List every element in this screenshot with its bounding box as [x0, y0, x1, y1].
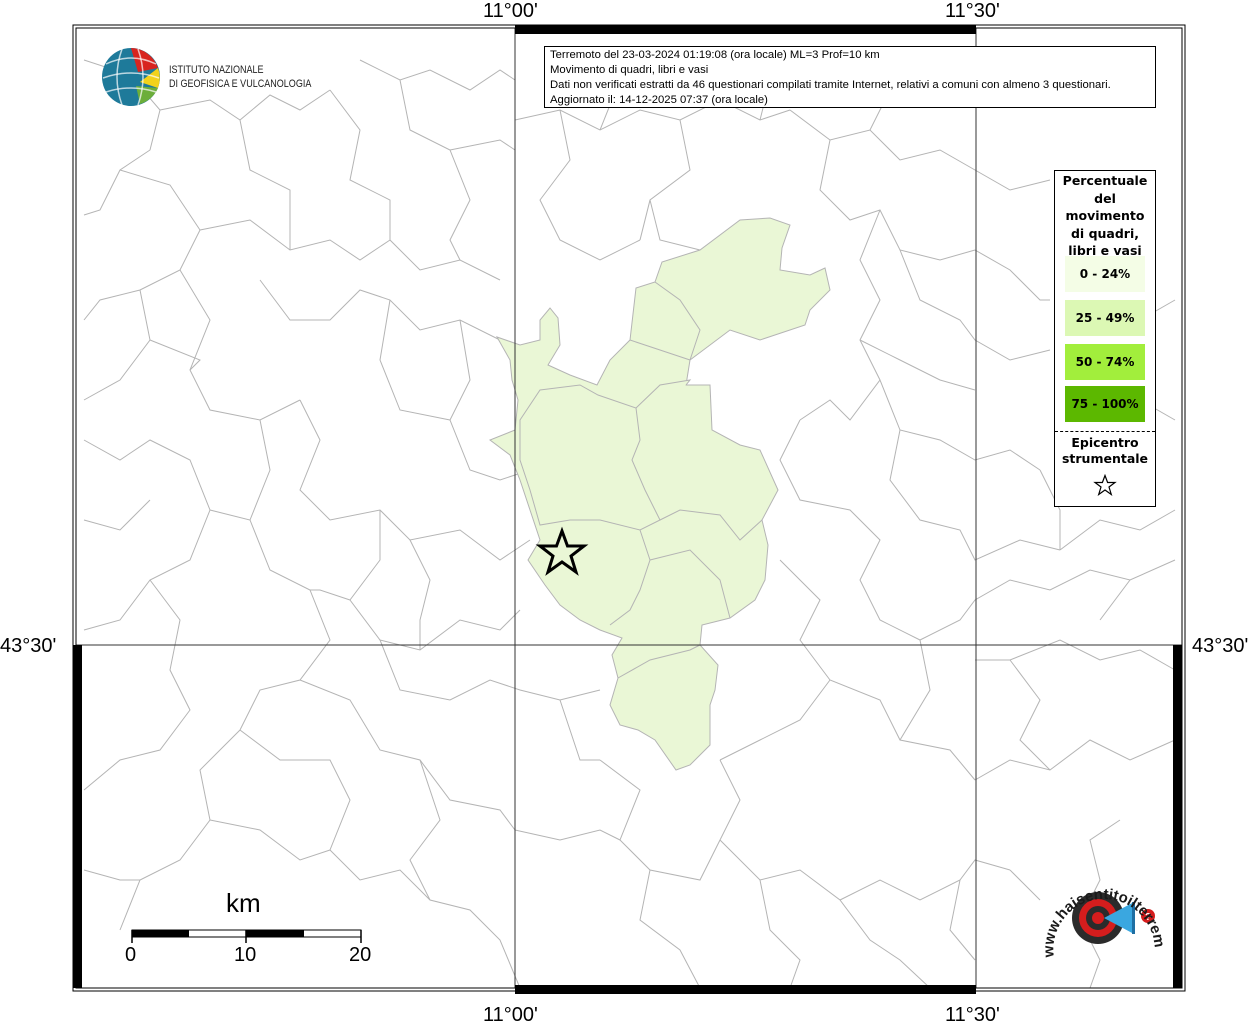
bottom-lon-label-1: 11°00': [483, 1004, 538, 1026]
haisentito-logo: ? www.haisentitoilterremoto.it: [1036, 862, 1166, 959]
star-icon: [1093, 474, 1117, 496]
scale-tick-0: 0: [125, 944, 137, 966]
legend: Percentuale del movimento di quadri, lib…: [1054, 170, 1156, 507]
globe-icon: [102, 48, 160, 106]
top-lon-label-1: 11°00': [483, 0, 538, 22]
legend-separator: [1055, 431, 1155, 432]
legend-item-0-24: 0 - 24%: [1065, 256, 1145, 292]
legend-item-25-49: 25 - 49%: [1065, 300, 1145, 336]
scale-tick-10: 10: [234, 944, 257, 966]
bottom-lon-label-2: 11°30': [945, 1004, 1000, 1026]
legend-item-50-74: 50 - 74%: [1065, 344, 1145, 380]
left-lat-label: 43°30': [0, 635, 57, 657]
right-lat-label: 43°30': [1192, 635, 1249, 657]
event-data-note: Dati non verificati estratti da 46 quest…: [550, 79, 1111, 91]
scale-tick-20: 20: [349, 944, 372, 966]
legend-title: Percentuale del movimento di quadri, lib…: [1062, 173, 1148, 258]
top-lon-label-2: 11°30': [945, 0, 1000, 22]
event-info-box: Terremoto del 23-03-2024 01:19:08 (ora l…: [544, 46, 1156, 108]
institution-line-2: DI GEOFISICA E VULCANOLOGIA: [169, 78, 312, 90]
legend-item-75-100: 75 - 100%: [1065, 386, 1145, 422]
event-updated: Aggiornato il: 14-12-2025 07:37 (ora loc…: [550, 94, 768, 106]
event-title: Terremoto del 23-03-2024 01:19:08 (ora l…: [550, 49, 880, 61]
scale-unit: km: [226, 888, 261, 918]
event-parameter: Movimento di quadri, libri e vasi: [550, 64, 709, 76]
institution-name: ISTITUTO NAZIONALE DI GEOFISICA E VULCAN…: [169, 63, 311, 91]
legend-epicenter-label: Epicentro strumentale: [1061, 435, 1149, 466]
institution-line-1: ISTITUTO NAZIONALE: [169, 64, 264, 76]
